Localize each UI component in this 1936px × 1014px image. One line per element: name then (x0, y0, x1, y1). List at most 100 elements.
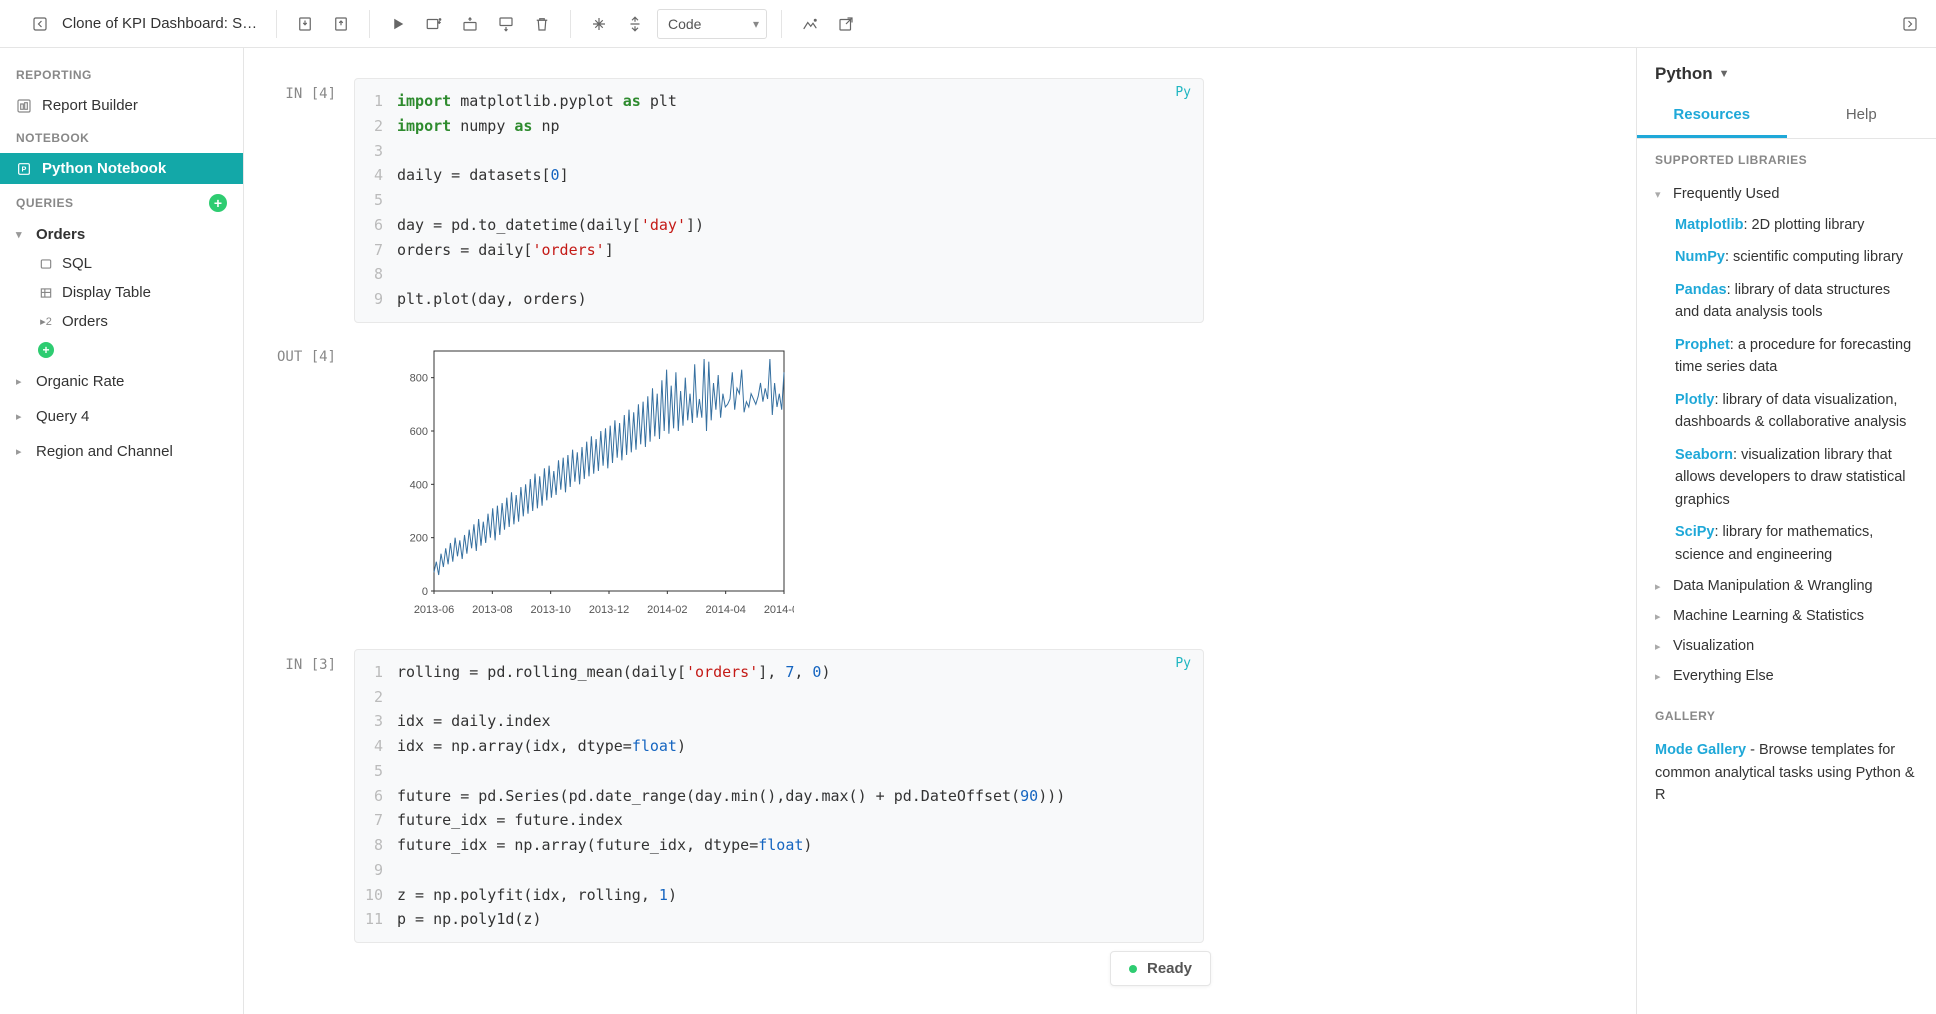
svg-text:2014-02: 2014-02 (647, 604, 687, 616)
library-link[interactable]: Plotly (1675, 392, 1714, 408)
svg-text:P: P (22, 164, 27, 173)
gallery-heading: GALLERY (1655, 709, 1918, 723)
svg-text:2013-08: 2013-08 (472, 604, 512, 616)
python-notebook-icon: P (16, 161, 32, 177)
sidebar-item-report-builder[interactable]: Report Builder (0, 90, 243, 121)
notebook-cell[interactable]: OUT [4]02004006008002013-062013-082013-1… (244, 341, 1636, 631)
rs-title[interactable]: Python ▼ (1637, 48, 1936, 94)
chevron-right-icon: ▸ (1655, 580, 1667, 593)
section-queries-label: QUERIES (16, 196, 74, 210)
status-dot-icon (1129, 965, 1137, 973)
table-icon (38, 286, 54, 300)
merge-cells-button[interactable] (621, 10, 649, 38)
lib-group-frequently-used[interactable]: ▾ Frequently Used (1655, 179, 1918, 209)
document-title: Clone of KPI Dashboard: SQ... (62, 15, 262, 32)
cell-type-select[interactable]: Code (657, 9, 767, 39)
query-tree-item-display-table[interactable]: Display Table (0, 278, 243, 307)
kernel-status-badge: Ready (1110, 951, 1211, 986)
caret-down-icon: ▼ (1719, 68, 1730, 80)
svg-text:2014-06: 2014-06 (764, 604, 794, 616)
gallery-blurb: Mode Gallery - Browse templates for comm… (1655, 735, 1918, 806)
table-count-badge: ▸2 (38, 315, 54, 328)
svg-text:200: 200 (410, 532, 428, 544)
supported-libraries-heading: SUPPORTED LIBRARIES (1655, 153, 1918, 167)
run-restart-button[interactable] (420, 10, 448, 38)
library-entry: Seaborn: visualization library that allo… (1655, 439, 1918, 516)
cell-language-badge: Py (1175, 656, 1191, 671)
lib-group[interactable]: ▸Data Manipulation & Wrangling (1655, 571, 1918, 601)
svg-text:2013-10: 2013-10 (530, 604, 570, 616)
tab-help[interactable]: Help (1787, 94, 1936, 138)
cell-language-badge: Py (1175, 85, 1191, 100)
library-entry: Prophet: a procedure for forecasting tim… (1655, 329, 1918, 384)
chevron-right-icon: ▸ (16, 375, 28, 388)
lib-group[interactable]: ▸Machine Learning & Statistics (1655, 601, 1918, 631)
cell-label: OUT [4] (264, 341, 354, 365)
svg-text:800: 800 (410, 372, 428, 384)
delete-cell-button[interactable] (528, 10, 556, 38)
top-toolbar: Clone of KPI Dashboard: SQ... Code (0, 0, 1936, 48)
library-link[interactable]: SciPy (1675, 524, 1715, 540)
sparkle-button[interactable] (585, 10, 613, 38)
report-builder-icon (16, 98, 32, 114)
svg-text:2013-06: 2013-06 (414, 604, 454, 616)
chevron-right-icon: ▸ (1655, 640, 1667, 653)
notebook-cell[interactable]: IN [4]Py1import matplotlib.pyplot as plt… (244, 78, 1636, 323)
library-link[interactable]: NumPy (1675, 249, 1725, 265)
section-notebook-label: NOTEBOOK (0, 121, 243, 153)
chevron-right-icon: ▸ (1655, 610, 1667, 623)
query-tree-item[interactable]: ▸Region and Channel (0, 434, 243, 469)
cell-label: IN [3] (264, 649, 354, 673)
sql-icon (38, 257, 54, 271)
cell-label: IN [4] (264, 78, 354, 102)
back-button[interactable] (26, 10, 54, 38)
import-notebook-button[interactable] (291, 10, 319, 38)
query-tree-item[interactable]: ▸Query 4 (0, 399, 243, 434)
add-query-child-button[interactable]: + (38, 342, 54, 358)
svg-text:600: 600 (410, 426, 428, 438)
library-link[interactable]: Matplotlib (1675, 217, 1743, 233)
library-link[interactable]: Pandas (1675, 282, 1727, 298)
section-reporting-label: REPORTING (0, 58, 243, 90)
chevron-right-icon: ▸ (16, 410, 28, 423)
run-button[interactable] (384, 10, 412, 38)
chevron-right-icon: ▸ (1655, 670, 1667, 683)
lib-group[interactable]: ▸Visualization (1655, 631, 1918, 661)
chevron-down-icon: ▾ (16, 228, 28, 241)
query-tree-item-orders[interactable]: ▾ Orders (0, 220, 243, 249)
code-block[interactable]: Py1import matplotlib.pyplot as plt2impor… (354, 78, 1204, 323)
svg-text:400: 400 (410, 479, 428, 491)
open-external-button[interactable] (832, 10, 860, 38)
query-tree-item[interactable]: ▸Organic Rate (0, 364, 243, 399)
gallery-link[interactable]: Mode Gallery (1655, 742, 1746, 758)
query-tree-item-orders-table[interactable]: ▸2 Orders (0, 307, 243, 336)
query-tree-item-sql[interactable]: SQL (0, 249, 243, 278)
chart-output-button[interactable] (796, 10, 824, 38)
add-query-button[interactable]: + (209, 194, 227, 212)
tab-resources[interactable]: Resources (1637, 94, 1787, 138)
library-entry: SciPy: library for mathematics, science … (1655, 516, 1918, 571)
library-entry: Pandas: library of data structures and d… (1655, 274, 1918, 329)
library-entry: Plotly: library of data visualization, d… (1655, 384, 1918, 439)
svg-text:2014-04: 2014-04 (705, 604, 745, 616)
library-entry: NumPy: scientific computing library (1655, 241, 1918, 273)
library-link[interactable]: Prophet (1675, 337, 1730, 353)
export-notebook-button[interactable] (327, 10, 355, 38)
insert-cell-below-button[interactable] (492, 10, 520, 38)
left-sidebar: REPORTING Report Builder NOTEBOOK P Pyth… (0, 48, 244, 1014)
library-entry: Matplotlib: 2D plotting library (1655, 209, 1918, 241)
code-block[interactable]: Py1rolling = pd.rolling_mean(daily['orde… (354, 649, 1204, 943)
collapse-right-panel-button[interactable] (1896, 10, 1924, 38)
right-sidebar: Python ▼ Resources Help SUPPORTED LIBRAR… (1636, 48, 1936, 1014)
rs-tabs: Resources Help (1637, 94, 1936, 139)
chevron-down-icon: ▾ (1655, 188, 1667, 201)
chevron-right-icon: ▸ (16, 445, 28, 458)
notebook-cell[interactable]: IN [3]Py1rolling = pd.rolling_mean(daily… (244, 649, 1636, 943)
notebook-area: IN [4]Py1import matplotlib.pyplot as plt… (244, 48, 1636, 1014)
sidebar-item-python-notebook[interactable]: P Python Notebook (0, 153, 243, 184)
insert-cell-above-button[interactable] (456, 10, 484, 38)
chart-output: 02004006008002013-062013-082013-102013-1… (354, 341, 1204, 631)
library-link[interactable]: Seaborn (1675, 447, 1733, 463)
svg-text:2013-12: 2013-12 (589, 604, 629, 616)
lib-group[interactable]: ▸Everything Else (1655, 661, 1918, 691)
